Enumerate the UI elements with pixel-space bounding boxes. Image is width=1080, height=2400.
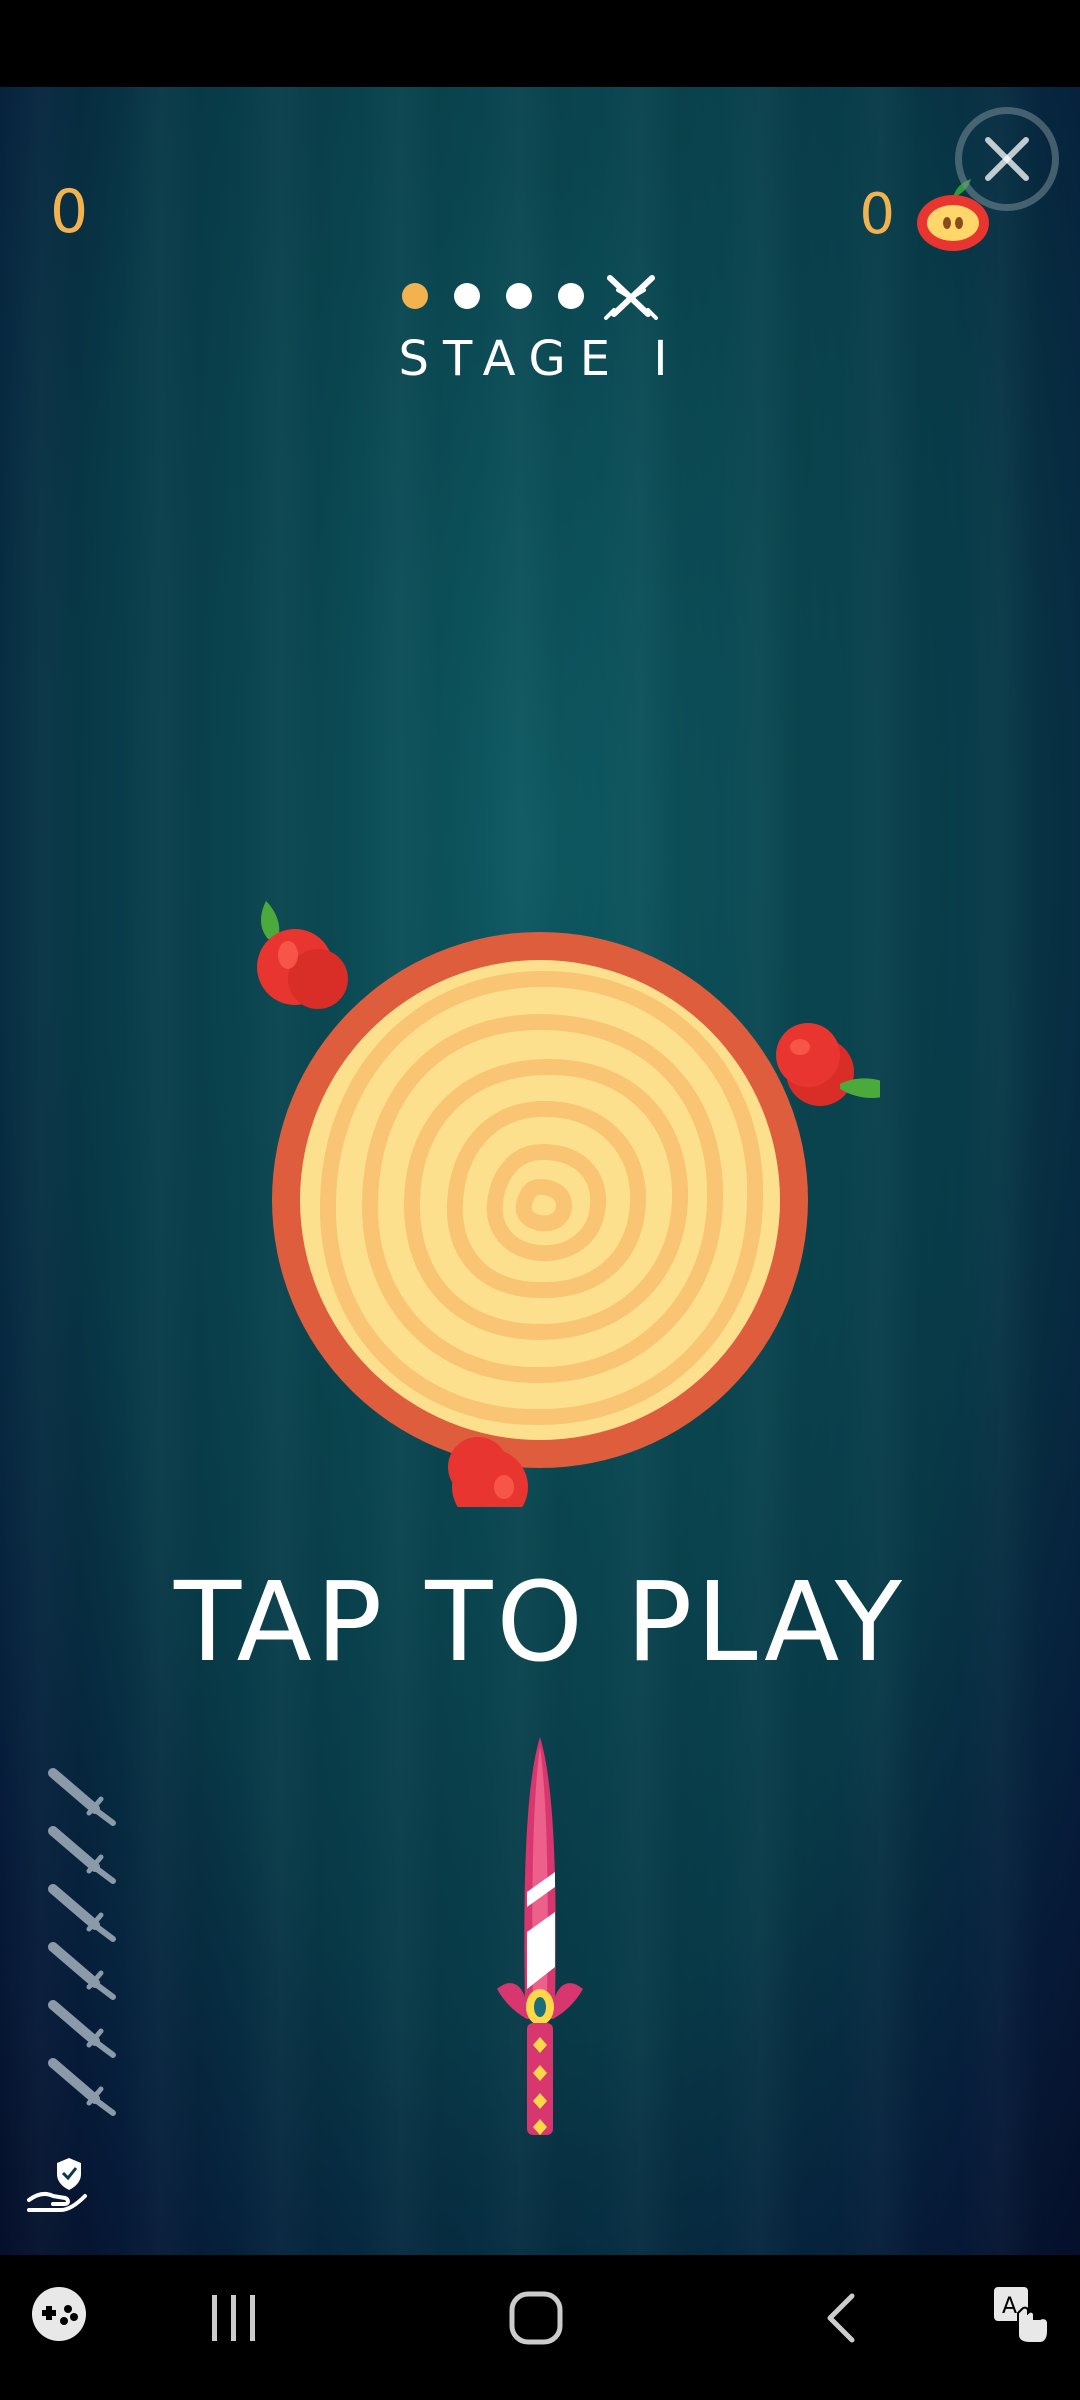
- knife-remaining-icon: [48, 1942, 116, 2000]
- accessibility-touch-icon[interactable]: A: [990, 2283, 1050, 2345]
- score-counter: 0: [50, 177, 89, 247]
- knife-remaining-icon: [48, 1768, 116, 1826]
- screen: 0 0 STAGE I TAP TO PLAY A: [0, 0, 1080, 2400]
- stage-dot: [454, 283, 480, 309]
- stage-dot: [506, 283, 532, 309]
- close-icon: [985, 137, 1029, 181]
- stage-dot: [558, 283, 584, 309]
- wooden-target[interactable]: [240, 827, 880, 1507]
- knife-remaining-icon: [48, 1826, 116, 1884]
- stage-dot-current: [402, 283, 428, 309]
- navigation-bar: A: [0, 2255, 1080, 2400]
- game-area[interactable]: 0 0 STAGE I TAP TO PLAY: [0, 87, 1080, 2255]
- knife-remaining-icon: [48, 1884, 116, 1942]
- privacy-shield-hand-icon[interactable]: [25, 2152, 90, 2217]
- throwing-knife[interactable]: [495, 1727, 585, 2157]
- crossed-swords-icon: [604, 275, 658, 320]
- status-bar: [0, 0, 1080, 87]
- close-button[interactable]: [955, 107, 1059, 211]
- home-icon[interactable]: [508, 2290, 564, 2346]
- knife-remaining-icon: [48, 2000, 116, 2058]
- stage-label: STAGE I: [398, 331, 682, 387]
- apple-counter: 0: [859, 182, 895, 247]
- apple-right: [776, 1023, 880, 1106]
- stage-progress: [402, 272, 682, 332]
- knife-remaining-icon: [48, 2058, 116, 2116]
- game-launcher-icon[interactable]: [30, 2285, 88, 2343]
- svg-text:A: A: [1002, 2294, 1017, 2319]
- tap-to-play-label[interactable]: TAP TO PLAY: [0, 1567, 1080, 1677]
- back-icon[interactable]: [820, 2292, 860, 2344]
- apple-top-left: [257, 901, 348, 1009]
- recents-icon[interactable]: [208, 2293, 260, 2343]
